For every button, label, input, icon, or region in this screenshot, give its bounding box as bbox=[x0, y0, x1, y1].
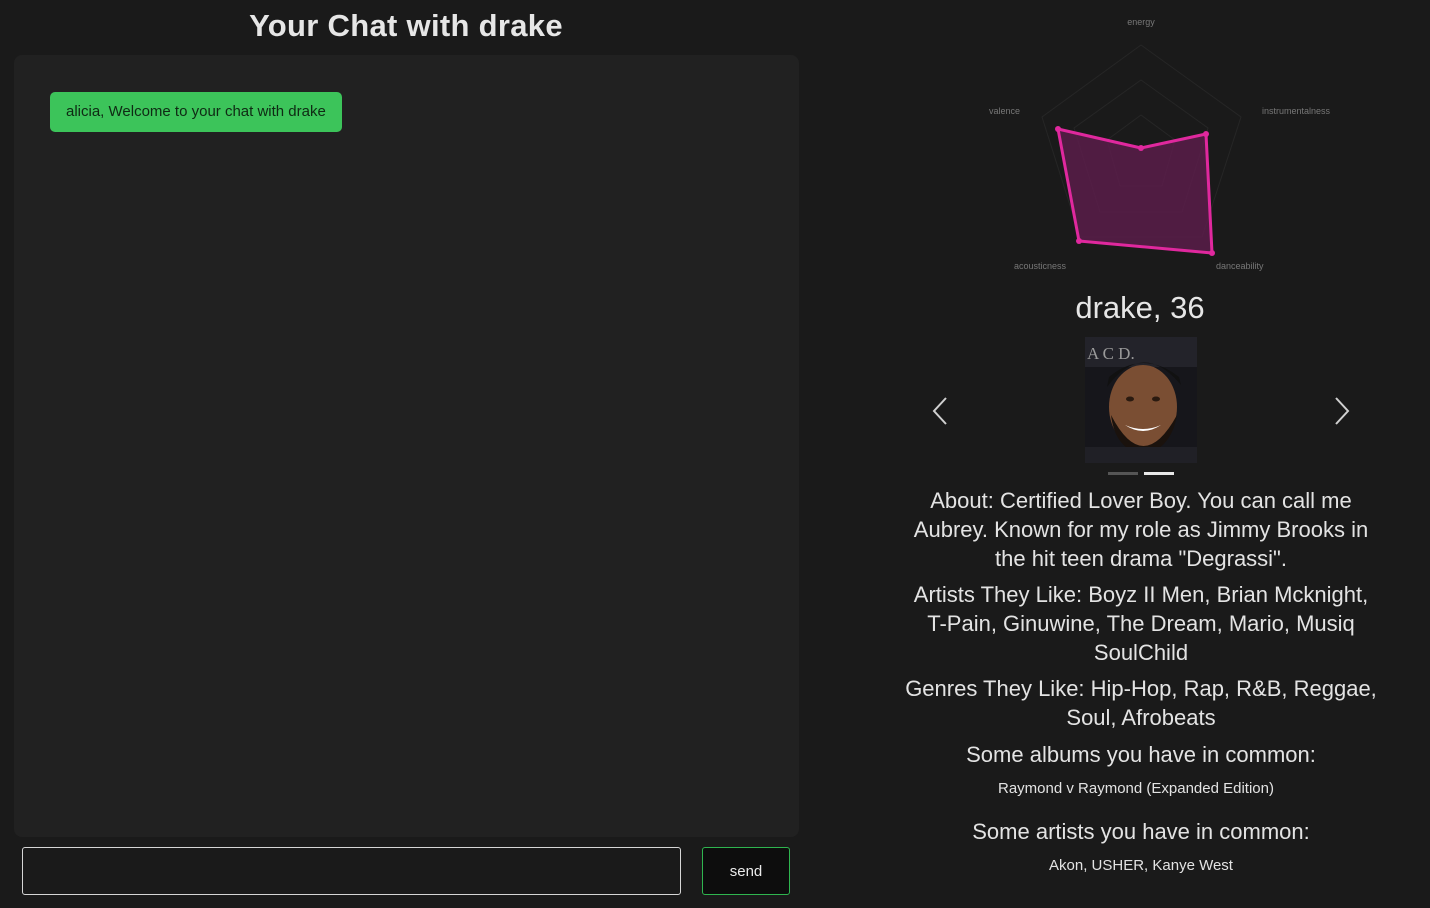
profile-genres-they-like: Genres They Like: Hip-Hop, Rap, R&B, Reg… bbox=[905, 676, 1377, 730]
radar-point-energy bbox=[1138, 145, 1144, 151]
profile-photo: A C D. bbox=[1085, 337, 1197, 463]
radar-label-valence: valence bbox=[989, 106, 1020, 116]
carousel-dot-1[interactable] bbox=[1108, 472, 1138, 475]
svg-text:A C D.: A C D. bbox=[1087, 344, 1135, 363]
common-albums-heading: Some albums you have in common: bbox=[966, 742, 1316, 767]
radar-label-acousticness: acousticness bbox=[1014, 261, 1067, 271]
carousel-next-button[interactable] bbox=[1330, 394, 1354, 428]
radar-area bbox=[1056, 127, 1214, 255]
message-input[interactable] bbox=[22, 847, 681, 895]
send-button[interactable]: send bbox=[702, 847, 790, 895]
app-page: Your Chat with drake alicia, Welcome to … bbox=[0, 0, 1430, 908]
chat-message: alicia, Welcome to your chat with drake bbox=[50, 92, 342, 132]
radar-label-danceability: danceability bbox=[1216, 261, 1264, 271]
carousel-indicators bbox=[1108, 472, 1174, 475]
profile-artists-they-like: Artists They Like: Boyz II Men, Brian Mc… bbox=[913, 582, 1369, 665]
radar-label-energy: energy bbox=[1127, 17, 1155, 27]
chat-title: Your Chat with drake bbox=[249, 8, 563, 43]
profile-name-age: drake, 36 bbox=[1075, 290, 1205, 325]
common-artists-heading: Some artists you have in common: bbox=[972, 819, 1310, 844]
radar-point-acousticness bbox=[1076, 238, 1082, 244]
chevron-right-icon bbox=[1335, 397, 1350, 425]
carousel-dot-2[interactable] bbox=[1144, 472, 1174, 475]
chat-window[interactable]: alicia, Welcome to your chat with drake bbox=[14, 55, 799, 837]
common-artists-list: Akon, USHER, Kanye West bbox=[1049, 857, 1233, 874]
radar-point-danceability bbox=[1209, 250, 1215, 256]
chevron-left-icon bbox=[932, 397, 947, 425]
common-albums-list: Raymond v Raymond (Expanded Edition) bbox=[998, 780, 1274, 797]
profile-about: About: Certified Lover Boy. You can call… bbox=[913, 488, 1369, 571]
radar-point-instrumentalness bbox=[1203, 131, 1209, 137]
radar-label-instrumentalness: instrumentalness bbox=[1262, 106, 1331, 116]
audio-features-radar-chart: energy instrumentalness danceability aco… bbox=[989, 17, 1331, 271]
radar-point-valence bbox=[1055, 126, 1061, 132]
carousel-prev-button[interactable] bbox=[928, 394, 952, 428]
